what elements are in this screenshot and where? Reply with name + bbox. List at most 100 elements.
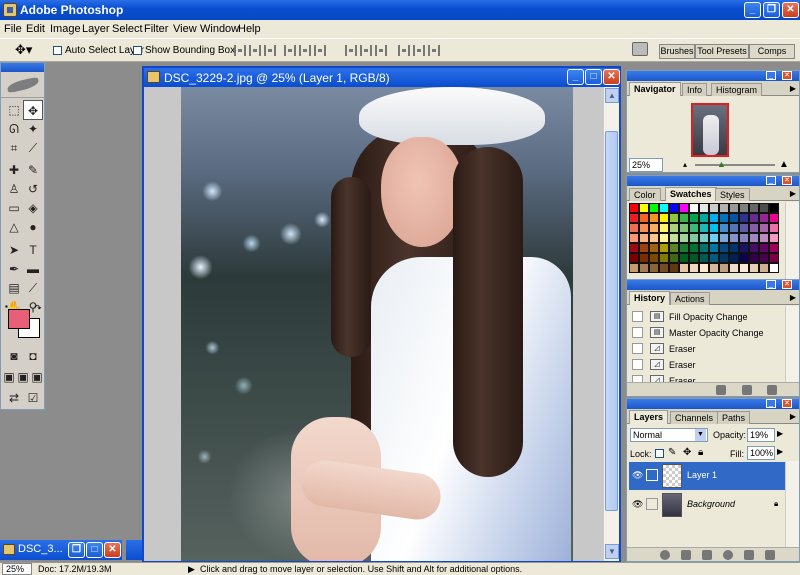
color-swatch[interactable] [659, 203, 669, 213]
color-swatch[interactable] [769, 223, 779, 233]
color-swatch[interactable] [749, 253, 759, 263]
imageready-icon[interactable]: ☑ [23, 388, 43, 408]
history-brush-tool-icon[interactable]: ↺ [23, 179, 43, 199]
color-swatch[interactable] [709, 263, 719, 273]
swatches-palette-header[interactable]: _ ✕ [627, 176, 799, 186]
color-swatch[interactable] [729, 243, 739, 253]
layers-minimize-icon[interactable]: _ [766, 399, 776, 408]
zoom-in-icon[interactable]: ▲ [779, 159, 789, 170]
color-swatch[interactable] [709, 243, 719, 253]
color-swatch[interactable] [679, 263, 689, 273]
eraser-tool-icon[interactable]: ▭ [4, 198, 24, 218]
blend-mode-select[interactable]: Normal ▼ [630, 428, 708, 442]
lock-pixels-icon[interactable]: ✎ [668, 447, 676, 458]
color-swatch[interactable] [709, 203, 719, 213]
color-swatch[interactable] [649, 223, 659, 233]
marquee-tool-icon[interactable]: ⬚ [4, 100, 24, 120]
color-swatch[interactable] [719, 233, 729, 243]
foreground-color-swatch[interactable] [8, 309, 30, 329]
magic-wand-tool-icon[interactable]: ✦ [23, 119, 43, 139]
delete-state-icon[interactable] [767, 385, 777, 395]
status-zoom-field[interactable]: 25% [2, 563, 32, 575]
align-bottom-icon[interactable] [264, 45, 276, 56]
color-swatch[interactable] [729, 223, 739, 233]
close-icon[interactable]: ✕ [782, 2, 799, 18]
color-swatch[interactable] [759, 223, 769, 233]
adobe-feather-logo[interactable] [1, 72, 44, 98]
new-snapshot-icon[interactable] [742, 385, 752, 395]
history-item[interactable]: ▤ Fill Opacity Change [632, 310, 780, 325]
color-swatch[interactable] [729, 253, 739, 263]
menu-window[interactable]: Window [200, 23, 239, 35]
color-swatch[interactable] [709, 213, 719, 223]
tab-styles[interactable]: Styles [715, 188, 750, 201]
color-swatch[interactable] [649, 263, 659, 273]
color-swatch[interactable] [679, 233, 689, 243]
scroll-down-icon[interactable]: ▼ [605, 544, 619, 559]
new-layer-icon[interactable] [744, 550, 754, 560]
healing-brush-tool-icon[interactable]: ✚ [4, 160, 24, 180]
color-swatch[interactable] [649, 213, 659, 223]
color-swatch[interactable] [769, 263, 779, 273]
color-swatch[interactable] [709, 253, 719, 263]
color-swatch[interactable] [699, 243, 709, 253]
color-swatch[interactable] [639, 203, 649, 213]
history-source-checkbox[interactable] [632, 327, 643, 338]
tab-layers[interactable]: Layers [629, 410, 669, 424]
paint-bucket-tool-icon[interactable]: ◈ [23, 198, 43, 218]
color-swatch[interactable] [729, 203, 739, 213]
rectangle-tool-icon[interactable]: ▬ [23, 259, 43, 279]
color-swatch[interactable] [739, 213, 749, 223]
color-swatch[interactable] [659, 223, 669, 233]
layers-menu-icon[interactable]: ▶ [790, 412, 796, 421]
color-swatch[interactable] [699, 213, 709, 223]
quick-mask-mode-icon[interactable]: ◘ [23, 346, 43, 366]
link-icon[interactable] [646, 498, 658, 510]
swatches-menu-icon[interactable]: ▶ [790, 189, 796, 198]
color-swatch[interactable] [749, 233, 759, 243]
color-swatch[interactable] [739, 223, 749, 233]
color-swatch[interactable] [739, 243, 749, 253]
new-document-from-state-icon[interactable] [716, 385, 726, 395]
doc-minimize-icon[interactable]: _ [567, 69, 584, 85]
tab-actions[interactable]: Actions [670, 292, 710, 305]
color-swatch[interactable] [649, 233, 659, 243]
color-swatch[interactable] [739, 253, 749, 263]
image-canvas[interactable] [181, 87, 573, 561]
history-scrollbar[interactable] [785, 306, 799, 382]
color-swatch[interactable] [689, 223, 699, 233]
history-source-checkbox[interactable] [632, 359, 643, 370]
color-swatch[interactable] [769, 243, 779, 253]
color-swatch[interactable] [669, 213, 679, 223]
fill-field[interactable]: 100% [747, 446, 775, 460]
align-hcenter-icon[interactable] [299, 45, 311, 56]
move-tool-icon[interactable]: ✥ [23, 100, 43, 120]
distribute-vcenter-icon[interactable] [360, 45, 372, 56]
color-swatch[interactable] [769, 233, 779, 243]
color-swatch[interactable] [689, 233, 699, 243]
color-swatch[interactable] [669, 243, 679, 253]
opacity-field[interactable]: 19% [747, 428, 775, 442]
layers-palette-header[interactable]: _ ✕ [627, 399, 799, 409]
clone-stamp-tool-icon[interactable]: ♙ [4, 179, 24, 199]
color-swatch[interactable] [639, 213, 649, 223]
brush-tool-icon[interactable]: ✎ [23, 160, 43, 180]
color-swatch[interactable] [679, 223, 689, 233]
navigator-palette-header[interactable]: _ ✕ [627, 71, 799, 81]
jump-to-imageready-icon[interactable]: ⇄ [4, 388, 24, 408]
visibility-eye-icon[interactable]: 👁︎ [632, 499, 643, 510]
color-swatch[interactable] [639, 223, 649, 233]
color-swatch[interactable] [629, 213, 639, 223]
color-swatch[interactable] [759, 263, 769, 273]
color-swatch[interactable] [729, 213, 739, 223]
menu-help[interactable]: Help [238, 23, 261, 35]
color-swatch[interactable] [659, 243, 669, 253]
color-swatch[interactable] [649, 253, 659, 263]
tab-info[interactable]: Info [682, 83, 708, 96]
lock-transparency-icon[interactable] [655, 449, 664, 458]
color-swatch[interactable] [749, 223, 759, 233]
layer-mask-icon[interactable] [681, 550, 691, 560]
history-item[interactable]: ▤ Master Opacity Change [632, 326, 780, 341]
mindoc-close-icon[interactable]: ✕ [104, 542, 121, 558]
color-swatch[interactable] [699, 233, 709, 243]
